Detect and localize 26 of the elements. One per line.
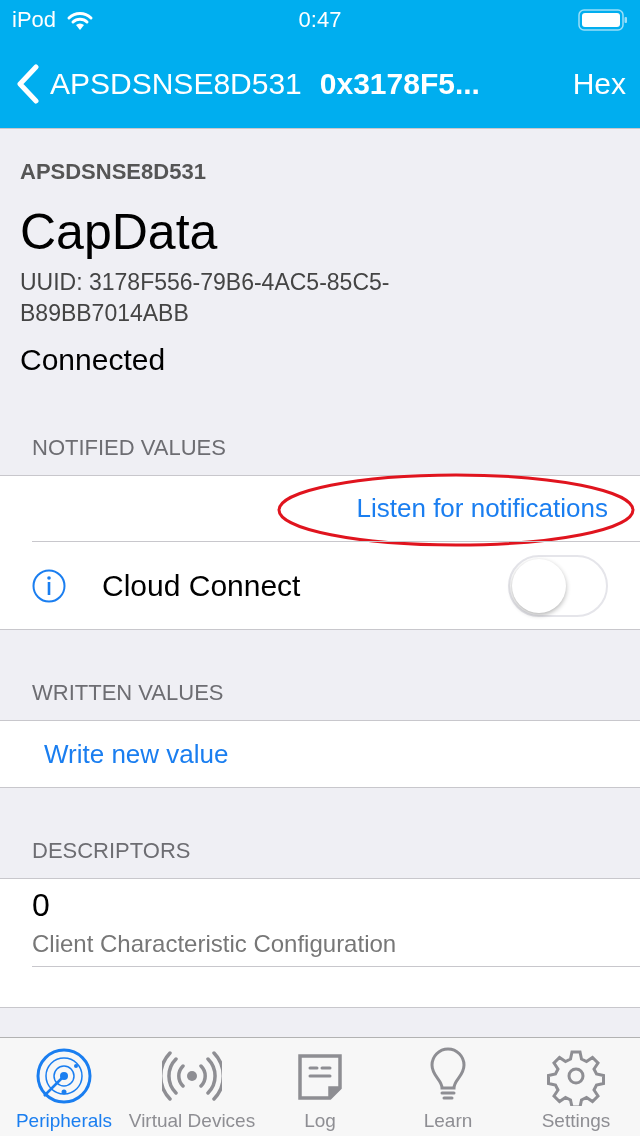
- tab-item[interactable]: Learn: [384, 1038, 512, 1136]
- status-time: 0:47: [298, 7, 342, 33]
- tab-item[interactable]: Virtual Devices: [128, 1038, 256, 1136]
- battery-icon: [578, 9, 628, 31]
- descriptor-name: Client Characteristic Configuration: [32, 930, 397, 958]
- section-header: NOTIFIED VALUES: [31, 435, 227, 462]
- device-name: APSDSNSE8D531: [20, 159, 207, 185]
- characteristic-name: CapData: [20, 203, 219, 261]
- hex-button[interactable]: Hex: [572, 67, 626, 101]
- write-link[interactable]: Write new value: [44, 738, 229, 770]
- connection-status: Connected: [20, 343, 167, 377]
- tab-item[interactable]: Peripherals: [0, 1038, 128, 1136]
- descriptor-value: 0: [32, 887, 50, 924]
- section-header: WRITTEN VALUES: [31, 680, 225, 707]
- tab-item[interactable]: Settings: [512, 1038, 640, 1136]
- chevron-left-icon: [16, 64, 40, 104]
- info-icon[interactable]: [32, 568, 66, 603]
- radar-icon: [34, 1046, 94, 1106]
- carrier-label: iPod: [12, 7, 57, 33]
- tab-item[interactable]: Log: [256, 1038, 384, 1136]
- cloud-connect-label: Cloud Connect: [102, 568, 301, 603]
- uuid-text: UUID: 3178F556-79B6-4AC5-85C5-B89BB7014ABB: [20, 268, 391, 328]
- back-button[interactable]: APSDSNSE8D531: [16, 64, 302, 104]
- section-header: DESCRIPTORS: [31, 838, 192, 865]
- nav-title: 0x3178F5...: [319, 67, 480, 101]
- wifi-icon: [66, 10, 95, 30]
